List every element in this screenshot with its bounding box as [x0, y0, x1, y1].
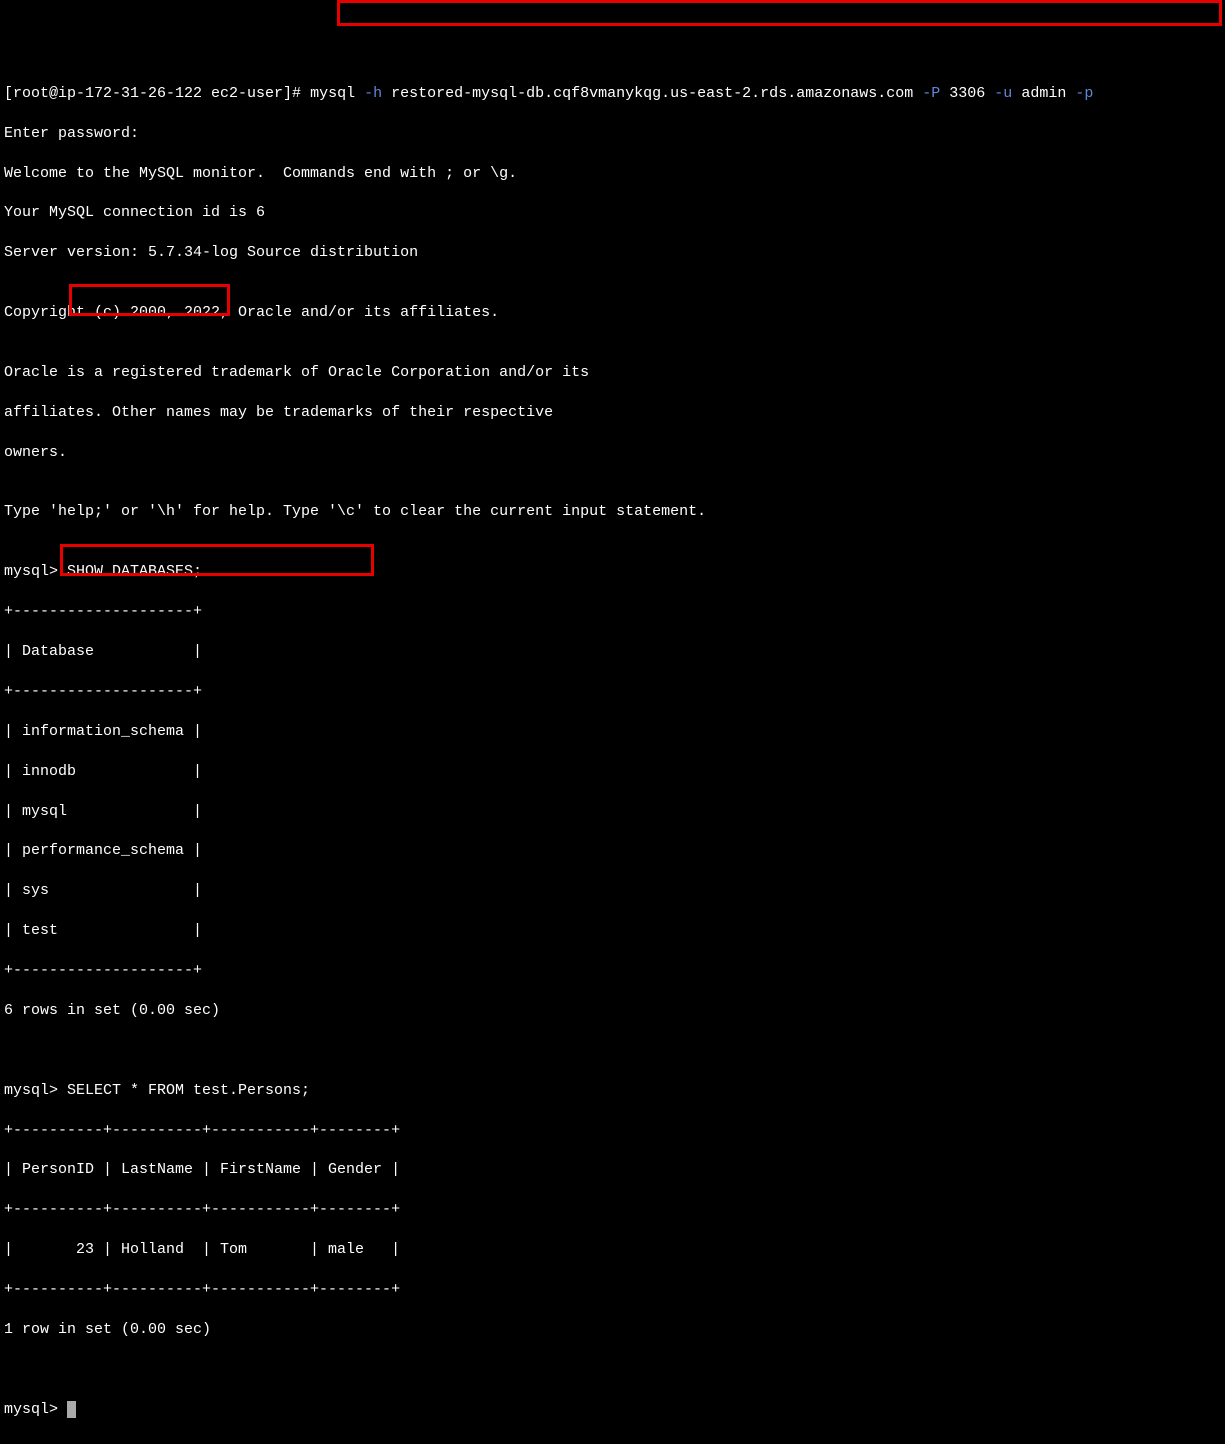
db-row: | mysql |: [4, 802, 1221, 822]
persons-border: +----------+----------+-----------+-----…: [4, 1200, 1221, 1220]
persons-footer: 1 row in set (0.00 sec): [4, 1320, 1221, 1340]
banner-line: Type 'help;' or '\h' for help. Type '\c'…: [4, 502, 1221, 522]
db-border: +--------------------+: [4, 602, 1221, 622]
db-border: +--------------------+: [4, 682, 1221, 702]
cursor: [67, 1401, 76, 1418]
shell-line: [root@ip-172-31-26-122 ec2-user]# mysql …: [4, 84, 1221, 104]
mysql-user: admin: [1021, 85, 1066, 102]
db-border: +--------------------+: [4, 961, 1221, 981]
banner-line: Enter password:: [4, 124, 1221, 144]
mysql-port: 3306: [949, 85, 985, 102]
shell-prompt: [root@ip-172-31-26-122 ec2-user]#: [4, 85, 310, 102]
flag-u: -u: [994, 85, 1012, 102]
flag-P: -P: [922, 85, 940, 102]
db-footer: 6 rows in set (0.00 sec): [4, 1001, 1221, 1021]
banner-line: owners.: [4, 443, 1221, 463]
terminal-window[interactable]: [root@ip-172-31-26-122 ec2-user]# mysql …: [0, 0, 1225, 1444]
banner-line: Copyright (c) 2000, 2022, Oracle and/or …: [4, 303, 1221, 323]
db-row: | information_schema |: [4, 722, 1221, 742]
persons-row: | 23 | Holland | Tom | male |: [4, 1240, 1221, 1260]
banner-line: Oracle is a registered trademark of Orac…: [4, 363, 1221, 383]
query1-line: mysql> SHOW DATABASES;: [4, 562, 1221, 582]
db-row: | innodb |: [4, 762, 1221, 782]
persons-border: +----------+----------+-----------+-----…: [4, 1121, 1221, 1141]
db-row: | performance_schema |: [4, 841, 1221, 861]
blank-line: [4, 1041, 1221, 1061]
persons-header: | PersonID | LastName | FirstName | Gend…: [4, 1160, 1221, 1180]
query-showdb: SHOW DATABASES;: [67, 563, 202, 580]
banner-line: Server version: 5.7.34-log Source distri…: [4, 243, 1221, 263]
mysql-prompt: mysql>: [4, 1082, 67, 1099]
highlight-box-command: [337, 0, 1222, 26]
mysql-bin: mysql: [310, 85, 355, 102]
mysql-host: restored-mysql-db.cqf8vmanykqg.us-east-2…: [391, 85, 913, 102]
active-prompt-line[interactable]: mysql>: [4, 1400, 1221, 1420]
blank-line: [4, 1360, 1221, 1380]
persons-border: +----------+----------+-----------+-----…: [4, 1280, 1221, 1300]
banner-line: Your MySQL connection id is 6: [4, 203, 1221, 223]
query2-line: mysql> SELECT * FROM test.Persons;: [4, 1081, 1221, 1101]
flag-h: -h: [364, 85, 382, 102]
db-header: | Database |: [4, 642, 1221, 662]
db-row: | sys |: [4, 881, 1221, 901]
banner-line: Welcome to the MySQL monitor. Commands e…: [4, 164, 1221, 184]
mysql-prompt: mysql>: [4, 1401, 67, 1418]
mysql-prompt: mysql>: [4, 563, 67, 580]
banner-line: affiliates. Other names may be trademark…: [4, 403, 1221, 423]
query-select: SELECT * FROM test.Persons;: [67, 1082, 310, 1099]
db-row: | test |: [4, 921, 1221, 941]
flag-p: -p: [1075, 85, 1093, 102]
